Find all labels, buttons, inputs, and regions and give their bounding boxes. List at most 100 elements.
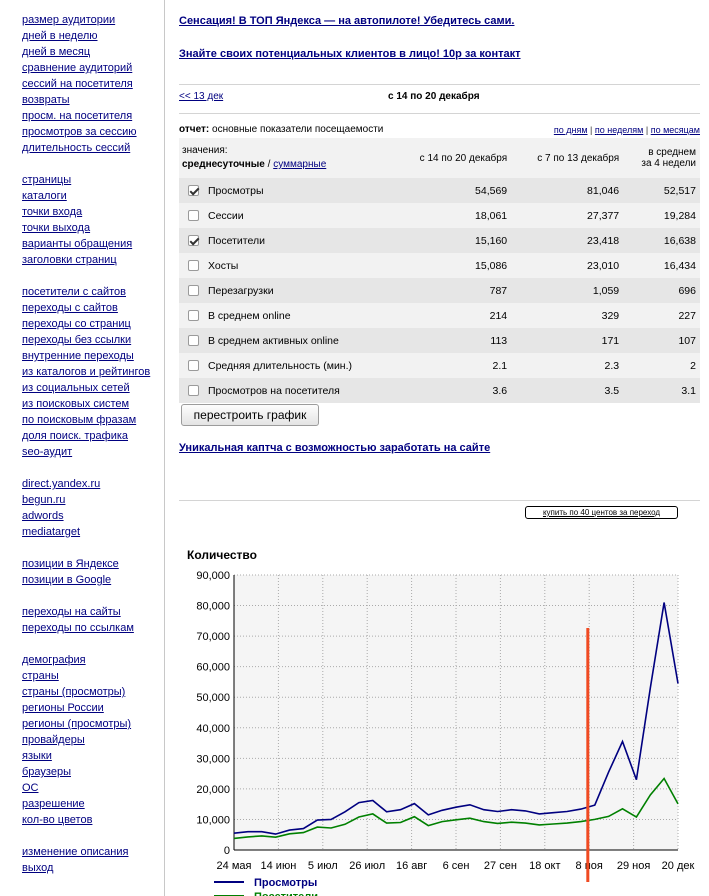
value-average: 52,517 <box>623 178 700 203</box>
table-row: Средняя длительность (мин.) 2.1 2.3 2 <box>179 353 700 378</box>
table-row: Просмотров на посетителя 3.6 3.5 3.1 <box>179 378 700 403</box>
period-weeks-link[interactable]: по неделям <box>595 125 643 135</box>
sidebar-link[interactable]: из каталогов и рейтингов <box>22 364 162 380</box>
value-previous: 2.3 <box>511 353 624 378</box>
period-days-link[interactable]: по дням <box>554 125 588 135</box>
metric-checkbox[interactable] <box>187 285 199 297</box>
sidebar-link[interactable]: страны (просмотры) <box>22 684 162 700</box>
metric-checkbox[interactable] <box>187 385 199 397</box>
metric-checkbox[interactable] <box>187 335 199 347</box>
checkbox-cell <box>179 253 207 278</box>
sidebar-link[interactable]: регионы России <box>22 700 162 716</box>
period-months-link[interactable]: по месяцам <box>651 125 700 135</box>
metric-checkbox[interactable] <box>187 260 199 272</box>
sidebar-link[interactable]: переходы с сайтов <box>22 300 162 316</box>
x-tick-label: 20 дек <box>662 860 695 872</box>
sidebar-link[interactable]: direct.yandex.ru <box>22 476 162 492</box>
sidebar-link[interactable]: mediatarget <box>22 524 162 540</box>
sidebar-link[interactable]: браузеры <box>22 764 162 780</box>
y-tick-label: 40,000 <box>196 723 230 735</box>
ad-link-contacts[interactable]: Знайте своих потенциальных клиентов в ли… <box>179 48 521 60</box>
sidebar-link[interactable]: варианты обращения <box>22 236 162 252</box>
sidebar-link[interactable]: позиции в Яндексе <box>22 556 162 572</box>
value-current: 113 <box>392 328 512 353</box>
sidebar-link[interactable]: переходы со страниц <box>22 316 162 332</box>
sidebar-link[interactable]: ОС <box>22 780 162 796</box>
sidebar-link[interactable]: просм. на посетителя <box>22 108 162 124</box>
sidebar-link[interactable]: adwords <box>22 508 162 524</box>
sidebar-link[interactable]: страны <box>22 668 162 684</box>
table-row: Перезагрузки 787 1,059 696 <box>179 278 700 303</box>
sidebar-link[interactable]: внутренние переходы <box>22 348 162 364</box>
sidebar-link[interactable]: изменение описания <box>22 844 162 860</box>
sidebar-link[interactable]: возвраты <box>22 92 162 108</box>
sidebar-link[interactable]: страницы <box>22 172 162 188</box>
sidebar-link[interactable]: сравнение аудиторий <box>22 60 162 76</box>
sidebar-link[interactable]: выход <box>22 860 162 876</box>
table-row: Хосты 15,086 23,010 16,434 <box>179 253 700 278</box>
metric-name: Средняя длительность (мин.) <box>207 353 392 378</box>
sidebar-link[interactable]: по поисковым фразам <box>22 412 162 428</box>
checkbox-cell <box>179 178 207 203</box>
sidebar-link[interactable]: регионы (просмотры) <box>22 716 162 732</box>
sidebar-link[interactable]: из поисковых систем <box>22 396 162 412</box>
value-previous: 329 <box>511 303 624 328</box>
value-average: 227 <box>623 303 700 328</box>
metric-checkbox[interactable] <box>187 210 199 222</box>
value-average: 3.1 <box>623 378 700 403</box>
mode-total-link[interactable]: суммарные <box>273 159 326 170</box>
ad-link-captcha[interactable]: Уникальная каптча с возможностью заработ… <box>179 442 490 454</box>
sidebar-divider <box>164 0 165 896</box>
sidebar-link[interactable]: размер аудитории <box>22 12 162 28</box>
sidebar-link[interactable]: сессий на посетителя <box>22 76 162 92</box>
sidebar-link[interactable]: из социальных сетей <box>22 380 162 396</box>
metric-checkbox[interactable] <box>187 235 199 247</box>
sidebar-link[interactable]: просмотров за сессию <box>22 124 162 140</box>
metric-checkbox[interactable] <box>187 360 199 372</box>
y-tick-label: 30,000 <box>196 753 230 765</box>
sidebar-link[interactable]: дней в неделю <box>22 28 162 44</box>
divider <box>179 84 700 85</box>
table-row: Просмотры 54,569 81,046 52,517 <box>179 178 700 203</box>
rebuild-chart-button[interactable]: перестроить график <box>181 404 319 426</box>
sidebar-link[interactable]: каталоги <box>22 188 162 204</box>
sidebar-link[interactable]: begun.ru <box>22 492 162 508</box>
metric-checkbox[interactable] <box>187 310 199 322</box>
sidebar-link[interactable]: переходы на сайты <box>22 604 162 620</box>
stats-table: значения: среднесуточные / суммарные с 1… <box>179 138 700 403</box>
sidebar-link[interactable]: языки <box>22 748 162 764</box>
sidebar-link[interactable]: дней в месяц <box>22 44 162 60</box>
divider <box>179 113 700 114</box>
sidebar-link[interactable]: демография <box>22 652 162 668</box>
sidebar-link[interactable]: позиции в Google <box>22 572 162 588</box>
sidebar-link[interactable]: доля поиск. трафика <box>22 428 162 444</box>
sidebar-link[interactable]: посетители с сайтов <box>22 284 162 300</box>
value-previous: 23,418 <box>511 228 624 253</box>
metric-checkbox[interactable] <box>187 185 199 197</box>
value-previous: 23,010 <box>511 253 624 278</box>
value-previous: 3.5 <box>511 378 624 403</box>
sidebar-nav: размер аудитории дней в неделю дней в меся… <box>22 12 162 892</box>
sidebar-link[interactable]: провайдеры <box>22 732 162 748</box>
sidebar-link[interactable]: длительность сессий <box>22 140 162 156</box>
sidebar-link[interactable]: разрешение <box>22 796 162 812</box>
current-range: с 14 по 20 декабря <box>388 91 480 102</box>
prev-week-link[interactable]: << 13 дек <box>179 91 223 102</box>
ad-link-top[interactable]: Сенсация! В ТОП Яндекса — на автопилоте!… <box>179 15 514 27</box>
sidebar-link[interactable]: кол-во цветов <box>22 812 162 828</box>
sidebar-link[interactable]: переходы без ссылки <box>22 332 162 348</box>
sidebar-link[interactable]: точки выхода <box>22 220 162 236</box>
values-mode-cell: значения: среднесуточные / суммарные <box>179 138 392 178</box>
metric-name: В среднем активных online <box>207 328 392 353</box>
sidebar-link[interactable]: точки входа <box>22 204 162 220</box>
sidebar-link[interactable]: заголовки страниц <box>22 252 162 268</box>
sidebar-link[interactable]: seo-аудит <box>22 444 162 460</box>
buy-clicks-button[interactable]: купить по 40 центов за переход <box>525 506 678 519</box>
metric-name: Просмотры <box>207 178 392 203</box>
y-tick-label: 20,000 <box>196 784 230 796</box>
value-current: 18,061 <box>392 203 512 228</box>
value-previous: 81,046 <box>511 178 624 203</box>
checkbox-cell <box>179 328 207 353</box>
col-prev-week: с 7 по 13 декабря <box>511 138 624 178</box>
sidebar-link[interactable]: переходы по ссылкам <box>22 620 162 636</box>
